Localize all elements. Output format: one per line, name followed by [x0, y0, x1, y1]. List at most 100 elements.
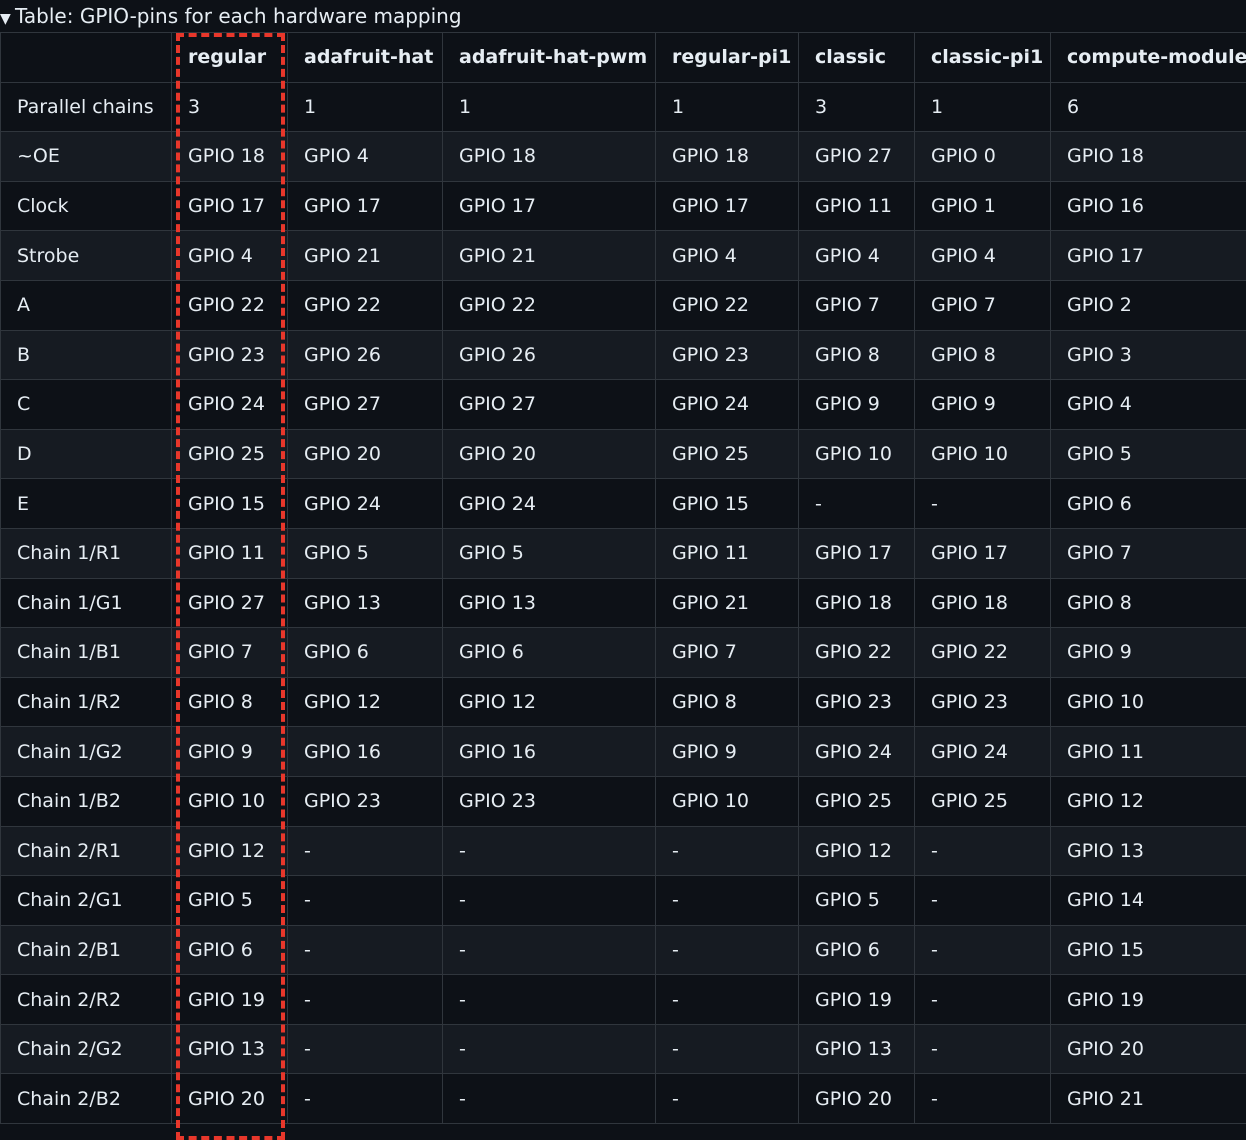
table-cell: GPIO 11 [1051, 727, 1246, 777]
table-cell: GPIO 23 [172, 330, 288, 380]
table-cell: GPIO 4 [656, 231, 799, 281]
table-cell: GPIO 21 [656, 578, 799, 628]
row-label: Chain 1/R2 [1, 677, 172, 727]
table-cell: GPIO 27 [172, 578, 288, 628]
table-cell: GPIO 4 [288, 132, 443, 182]
table-cell: - [915, 975, 1051, 1025]
disclosure-triangle-icon: ▼ [0, 3, 15, 35]
table-cell: - [656, 1024, 799, 1074]
table-cell: GPIO 13 [1051, 826, 1246, 876]
table-cell: - [288, 1024, 443, 1074]
table-cell: GPIO 11 [172, 528, 288, 578]
table-cell: GPIO 19 [1051, 975, 1246, 1025]
row-label: Chain 1/B1 [1, 628, 172, 678]
table-cell: GPIO 25 [172, 429, 288, 479]
table-cell: - [915, 1024, 1051, 1074]
table-cell: GPIO 24 [288, 479, 443, 529]
table-cell: GPIO 6 [172, 925, 288, 975]
table-cell: GPIO 22 [656, 280, 799, 330]
table-cell: GPIO 7 [915, 280, 1051, 330]
table-cell: GPIO 19 [799, 975, 915, 1025]
table-row: Chain 2/G1GPIO 5---GPIO 5-GPIO 14 [1, 876, 1246, 926]
table-cell: GPIO 10 [915, 429, 1051, 479]
table-cell: GPIO 17 [799, 528, 915, 578]
table-cell: GPIO 20 [172, 1074, 288, 1124]
table-cell: GPIO 21 [288, 231, 443, 281]
table-row: Chain 1/G2GPIO 9GPIO 16GPIO 16GPIO 9GPIO… [1, 727, 1246, 777]
table-cell: GPIO 19 [172, 975, 288, 1025]
table-cell: - [656, 876, 799, 926]
table-cell: GPIO 8 [915, 330, 1051, 380]
table-cell: - [288, 876, 443, 926]
row-label: Strobe [1, 231, 172, 281]
table-row: Chain 2/R1GPIO 12---GPIO 12-GPIO 13 [1, 826, 1246, 876]
column-header-adafruit-hat: adafruit-hat [288, 33, 443, 83]
row-label: Chain 1/B2 [1, 776, 172, 826]
table-cell: GPIO 11 [656, 528, 799, 578]
table-cell: GPIO 16 [1051, 181, 1246, 231]
table-row: Chain 2/R2GPIO 19---GPIO 19-GPIO 19 [1, 975, 1246, 1025]
row-label: Chain 2/G1 [1, 876, 172, 926]
table-cell: - [656, 826, 799, 876]
table-cell: - [915, 479, 1051, 529]
table-cell: GPIO 15 [656, 479, 799, 529]
table-cell: GPIO 21 [443, 231, 656, 281]
table-cell: - [799, 479, 915, 529]
table-cell: - [288, 975, 443, 1025]
table-cell: 1 [656, 82, 799, 132]
table-row: StrobeGPIO 4GPIO 21GPIO 21GPIO 4GPIO 4GP… [1, 231, 1246, 281]
table-row: Chain 1/B1GPIO 7GPIO 6GPIO 6GPIO 7GPIO 2… [1, 628, 1246, 678]
table-cell: GPIO 23 [443, 776, 656, 826]
table-cell: GPIO 8 [1051, 578, 1246, 628]
table-cell: GPIO 15 [172, 479, 288, 529]
table-cell: GPIO 0 [915, 132, 1051, 182]
table-cell: - [915, 876, 1051, 926]
table-cell: - [915, 925, 1051, 975]
row-label: Chain 1/G1 [1, 578, 172, 628]
column-header-compute-module: compute-module [1051, 33, 1246, 83]
table-row: Chain 1/R2GPIO 8GPIO 12GPIO 12GPIO 8GPIO… [1, 677, 1246, 727]
table-cell: GPIO 6 [1051, 479, 1246, 529]
table-cell: GPIO 10 [656, 776, 799, 826]
table-cell: GPIO 7 [656, 628, 799, 678]
table-cell: GPIO 23 [799, 677, 915, 727]
table-cell: GPIO 9 [656, 727, 799, 777]
table-cell: GPIO 18 [443, 132, 656, 182]
table-cell: GPIO 16 [443, 727, 656, 777]
row-label: Chain 1/R1 [1, 528, 172, 578]
table-cell: GPIO 20 [799, 1074, 915, 1124]
summary-title: Table: GPIO-pins for each hardware mappi… [15, 4, 462, 28]
table-cell: GPIO 24 [172, 380, 288, 430]
table-cell: GPIO 22 [443, 280, 656, 330]
row-label: Chain 2/B2 [1, 1074, 172, 1124]
table-cell: GPIO 17 [172, 181, 288, 231]
row-label: Chain 2/R2 [1, 975, 172, 1025]
row-label: Chain 1/G2 [1, 727, 172, 777]
table-cell: GPIO 13 [288, 578, 443, 628]
column-header-adafruit-hat-pwm: adafruit-hat-pwm [443, 33, 656, 83]
table-row: ClockGPIO 17GPIO 17GPIO 17GPIO 17GPIO 11… [1, 181, 1246, 231]
table-cell: 3 [172, 82, 288, 132]
row-label: Chain 2/R1 [1, 826, 172, 876]
table-cell: GPIO 1 [915, 181, 1051, 231]
table-cell: GPIO 27 [799, 132, 915, 182]
table-cell: GPIO 20 [1051, 1024, 1246, 1074]
table-summary-toggle[interactable]: ▼Table: GPIO-pins for each hardware mapp… [0, 0, 1246, 32]
column-header-classic: classic [799, 33, 915, 83]
table-cell: GPIO 17 [443, 181, 656, 231]
table-cell: - [443, 925, 656, 975]
table-cell: - [288, 826, 443, 876]
table-cell: GPIO 24 [656, 380, 799, 430]
table-cell: GPIO 24 [915, 727, 1051, 777]
table-cell: GPIO 6 [443, 628, 656, 678]
table-row: BGPIO 23GPIO 26GPIO 26GPIO 23GPIO 8GPIO … [1, 330, 1246, 380]
table-cell: 3 [799, 82, 915, 132]
row-label: Chain 2/B1 [1, 925, 172, 975]
table-cell: GPIO 22 [915, 628, 1051, 678]
table-row: Chain 1/B2GPIO 10GPIO 23GPIO 23GPIO 10GP… [1, 776, 1246, 826]
table-cell: GPIO 12 [799, 826, 915, 876]
table-row: Chain 1/R1GPIO 11GPIO 5GPIO 5GPIO 11GPIO… [1, 528, 1246, 578]
table-cell: GPIO 6 [799, 925, 915, 975]
table-cell: 1 [915, 82, 1051, 132]
table-cell: GPIO 8 [172, 677, 288, 727]
